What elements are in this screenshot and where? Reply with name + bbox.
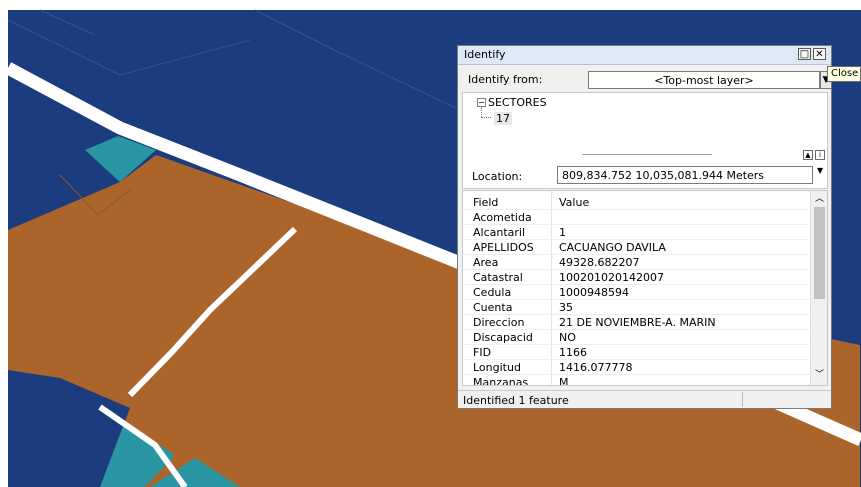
header-field: Field [473,196,499,209]
table-row[interactable]: Alcantaril 1 [463,225,809,240]
identify-window: Identify □ ✕ Identify from: <Top-most la… [457,45,832,409]
table-row[interactable]: Area 49328.682207 [463,255,809,270]
table-row[interactable]: Manzanas M [463,375,809,386]
field-value: 35 [559,301,573,314]
field-value: 1 [559,226,566,239]
status-divider [742,392,743,407]
table-row[interactable]: Catastral 100201020142007 [463,270,809,285]
close-icon[interactable]: ✕ [813,48,826,60]
scroll-down-icon[interactable]: ﹀ [811,369,827,381]
table-row[interactable]: Cedula 1000948594 [463,285,809,300]
field-value: NO [559,331,576,344]
table-header: Field Value [463,195,809,210]
splitter-grip [582,154,712,155]
tree-connector [481,107,483,117]
field-value: 100201020142007 [559,271,664,284]
close-tooltip: Close [827,66,861,82]
table-row[interactable]: FID 1166 [463,345,809,360]
field-value: M [559,376,569,386]
identify-from-value: <Top-most layer> [654,74,754,87]
field-name: Discapacid [473,331,533,344]
title-bar[interactable]: Identify □ ✕ [458,46,831,65]
field-name: FID [473,346,492,359]
field-value: 1416.077778 [559,361,633,374]
field-name: APELLIDOS [473,241,534,254]
units-dropdown-icon[interactable]: ▼ [817,166,823,175]
status-bar: Identified 1 feature [458,390,831,409]
field-name: Alcantaril [473,226,526,239]
info-icon[interactable]: i [815,150,825,160]
table-row[interactable]: Cuenta 35 [463,300,809,315]
location-label: Location: [472,170,523,183]
field-value: CACUANGO DAVILA [559,241,666,254]
field-name: Manzanas [473,376,529,386]
status-text: Identified 1 feature [463,394,569,407]
field-name: Cuenta [473,301,513,314]
table-row[interactable]: APELLIDOS CACUANGO DAVILA [463,240,809,255]
field-name: Direccion [473,316,525,329]
table-row[interactable]: Acometida [463,210,809,225]
scroll-up-icon[interactable]: ︿ [811,193,827,205]
field-value: 1000948594 [559,286,629,299]
identify-from-select[interactable]: <Top-most layer> [588,71,820,89]
field-value: 49328.682207 [559,256,640,269]
tree-connector [481,117,491,119]
collapse-up-icon[interactable]: ▲ [803,150,813,160]
field-name: Catastral [473,271,523,284]
attribute-table[interactable]: Field Value Acometida Alcantaril 1 APELLIDO… [462,190,828,386]
scrollbar[interactable]: ︿ ﹀ [810,191,827,385]
location-field[interactable]: 809,834.752 10,035,081.944 Meters [557,166,813,184]
table-row[interactable]: Longitud 1416.077778 [463,360,809,375]
table-row[interactable]: Discapacid NO [463,330,809,345]
field-value: 21 DE NOVIEMBRE-A. MARIN [559,316,716,329]
header-value: Value [559,196,590,209]
window-title: Identify [464,48,506,61]
tree-item-feature[interactable]: 17 [494,112,512,125]
tree-item-sectores[interactable]: SECTORES [488,96,547,109]
field-name: Cedula [473,286,512,299]
field-name: Longitud [473,361,521,374]
field-name: Area [473,256,499,269]
field-value: 1166 [559,346,587,359]
restore-icon[interactable]: □ [798,48,811,60]
collapse-icon[interactable]: − [477,98,486,107]
identify-from-label: Identify from: [468,73,543,86]
field-name: Acometida [473,211,532,224]
table-row[interactable]: Direccion 21 DE NOVIEMBRE-A. MARIN [463,315,809,330]
splitter[interactable]: ▲ i [462,150,828,160]
scroll-thumb[interactable] [814,207,825,299]
